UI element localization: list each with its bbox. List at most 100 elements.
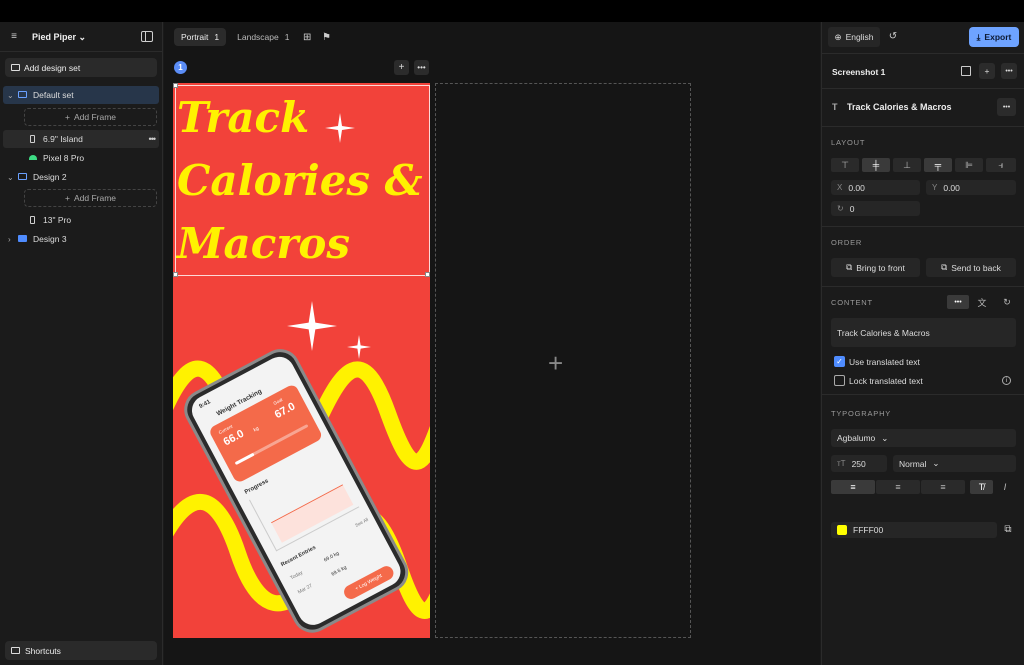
add-frame-button[interactable]: + Add Frame <box>24 108 157 126</box>
text-align-right-button[interactable]: ≡ <box>921 480 965 494</box>
undo-icon[interactable]: ↺ <box>887 31 899 43</box>
align-left-button[interactable]: ⊫ <box>955 158 983 172</box>
align-top-button[interactable]: ⊤ <box>831 158 859 172</box>
add-element-button[interactable]: + <box>979 63 995 79</box>
bring-to-front-button[interactable]: ⧉ Bring to front <box>831 258 920 277</box>
content-text-input[interactable]: Track Calories & Macros <box>831 318 1016 347</box>
tree-item-design-3[interactable]: › Design 3 <box>3 230 159 248</box>
sparkle-icon <box>325 113 355 143</box>
add-screen-button[interactable]: + <box>394 60 409 75</box>
orientation-tabs: Portrait 1 Landscape 1 <box>174 28 296 46</box>
download-icon: ⤓ <box>976 31 981 42</box>
tablet-icon <box>30 216 35 224</box>
add-frame-button[interactable]: + Add Frame <box>24 189 157 207</box>
font-weight-select[interactable]: Normal ⌄ <box>893 455 1016 472</box>
left-sidebar: ≡ Pied Piper ⌄ Add design set ⌄ Default … <box>0 22 163 665</box>
canvas: Portrait 1 Landscape 1 ⊞ ⚑ 1 + ••• Track C… <box>164 22 820 665</box>
send-back-icon: ⧉ <box>941 262 948 272</box>
use-translated-checkbox[interactable]: ✓ <box>834 356 845 367</box>
screenshot-more-button[interactable]: ••• <box>1001 63 1017 79</box>
add-design-set-button[interactable]: Add design set <box>5 58 157 77</box>
chevron-down-icon: ⌄ <box>7 90 14 100</box>
bookmark-icon[interactable]: ⚑ <box>322 32 331 43</box>
menu-icon[interactable]: ≡ <box>9 32 19 42</box>
x-position-field[interactable]: X 0.00 <box>831 180 920 195</box>
color-field[interactable]: FFFF00 <box>831 522 997 538</box>
rotation-field[interactable]: ↻ 0 <box>831 201 920 216</box>
align-center-button[interactable]: ╤ <box>924 158 952 172</box>
tree-item-default-set[interactable]: ⌄ Default set <box>3 86 159 104</box>
text-align-center-button[interactable]: ≡ <box>876 480 920 494</box>
plus-icon: + <box>64 112 70 122</box>
y-position-field[interactable]: Y 0.00 <box>926 180 1016 195</box>
text-type-icon: T <box>832 102 838 112</box>
sparkle-icon <box>347 335 371 359</box>
align-bottom-button[interactable]: ⊥ <box>893 158 921 172</box>
project-name[interactable]: Pied Piper ⌄ <box>32 32 86 43</box>
order-section: ORDER ⧉ Bring to front ⧉ Send to back <box>822 226 1024 286</box>
element-more-button[interactable]: ••• <box>997 98 1016 116</box>
resize-handle[interactable] <box>173 83 178 88</box>
tree-item-device[interactable]: 6.9" Island ••• <box>3 130 159 148</box>
rotate-icon: ↻ <box>837 204 844 213</box>
text-align-left-button[interactable]: ≡ <box>831 480 875 494</box>
refresh-icon[interactable]: ↻ <box>998 295 1016 309</box>
resize-handle[interactable] <box>173 272 178 277</box>
content-section: CONTENT ••• 文 ↻ Track Calories & Macros … <box>822 286 1024 394</box>
tree-item-device[interactable]: Pixel 8 Pro <box>3 149 159 167</box>
tree-item-design-2[interactable]: ⌄ Design 2 <box>3 168 159 186</box>
heading-text[interactable]: Track Calories & Macros <box>175 85 430 276</box>
chevron-down-icon: ⌄ <box>7 172 14 182</box>
lock-translated-checkbox[interactable] <box>834 375 845 386</box>
folder-icon <box>18 91 27 98</box>
keyboard-icon <box>11 647 20 654</box>
folder-icon <box>18 235 27 242</box>
bring-front-icon: ⧉ <box>846 262 853 272</box>
grid-icon[interactable]: ⊞ <box>303 32 311 43</box>
tab-landscape[interactable]: Landscape 1 <box>230 28 296 46</box>
info-icon[interactable]: i <box>1002 376 1011 385</box>
element-header: T Track Calories & Macros ••• <box>822 88 1024 126</box>
chevron-down-icon: ⌄ <box>881 432 889 443</box>
sidebar-header: ≡ Pied Piper ⌄ <box>0 22 163 52</box>
more-icon[interactable]: ••• <box>149 134 157 144</box>
font-size-field[interactable]: ᴛT 250 <box>831 455 887 472</box>
globe-icon: ⊕ <box>834 31 842 42</box>
font-family-select[interactable]: Agbalumo ⌄ <box>831 429 1016 447</box>
copy-icon[interactable]: ⧉ <box>1003 525 1013 535</box>
progress-chart <box>249 456 360 552</box>
android-icon <box>29 155 37 160</box>
text-mode-button[interactable]: ••• <box>947 295 969 309</box>
properties-panel: ⊕ English ↺ ⤓ Export Screenshot 1 + ••• T … <box>821 22 1024 665</box>
export-button[interactable]: ⤓ Export <box>969 27 1019 47</box>
translate-icon[interactable]: 文 <box>972 295 992 309</box>
phone-icon <box>30 135 35 143</box>
font-size-icon: ᴛT <box>837 459 846 468</box>
typography-section: TYPOGRAPHY Agbalumo ⌄ ᴛT 250 Normal ⌄ ≡ ≡ ≡… <box>822 394 1024 538</box>
app-window: ≡ Pied Piper ⌄ Add design set ⌄ Default … <box>0 22 1024 665</box>
chevron-down-icon: ⌄ <box>932 458 940 468</box>
italic-button[interactable]: I <box>994 480 1016 494</box>
image-icon[interactable] <box>961 66 971 76</box>
tree-item-device[interactable]: 13" Pro <box>3 211 159 229</box>
align-right-button[interactable]: ⫣ <box>986 158 1016 172</box>
chevron-right-icon: › <box>8 234 11 244</box>
color-swatch[interactable] <box>837 525 847 535</box>
language-selector[interactable]: ⊕ English <box>828 27 880 47</box>
align-middle-button[interactable]: ╪ <box>862 158 890 172</box>
screenshot-frame[interactable]: Track Calories & Macros 9:41 Weight Trac… <box>173 83 430 638</box>
folder-plus-icon <box>11 64 20 71</box>
tab-portrait[interactable]: Portrait 1 <box>174 28 227 46</box>
clear-format-button[interactable]: T̸ <box>970 480 993 494</box>
send-to-back-button[interactable]: ⧉ Send to back <box>926 258 1016 277</box>
shortcuts-button[interactable]: Shortcuts <box>5 641 157 660</box>
screenshot-header: Screenshot 1 + ••• <box>822 53 1024 88</box>
sidebar-toggle-icon[interactable] <box>141 31 153 42</box>
resize-handle[interactable] <box>425 272 430 277</box>
plus-icon: + <box>64 193 70 203</box>
screen-more-button[interactable]: ••• <box>414 60 429 75</box>
layout-section: LAYOUT ⊤ ╪ ⊥ ╤ ⊫ ⫣ X 0.00 Y 0.00 ↻ 0 <box>822 126 1024 226</box>
chevron-down-icon: ⌄ <box>78 32 87 42</box>
plus-icon[interactable]: + <box>548 348 563 379</box>
screen-number-badge: 1 <box>174 61 187 74</box>
